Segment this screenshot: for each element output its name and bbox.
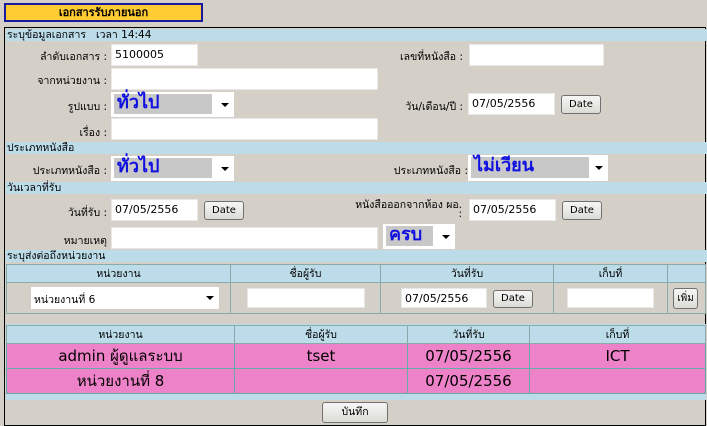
status-value: ครบ xyxy=(386,226,433,246)
unit-select[interactable]: หน่วยงานที่ 6 xyxy=(31,287,219,309)
section-doc-type: ประเภทหนังสือ xyxy=(6,142,707,154)
subject-label: เรื่อง : xyxy=(79,127,107,139)
letter-no-input[interactable] xyxy=(469,44,604,66)
col-header-empty xyxy=(667,264,706,283)
format-select[interactable]: ทั่วไป xyxy=(111,92,234,117)
table-row: หน่วยงานที่ 8 07/05/2556 xyxy=(6,368,706,394)
from-label: จากหน่วยงาน : xyxy=(37,75,107,87)
type2-label: ประเภทหนังสือ : xyxy=(393,165,468,177)
chevron-down-icon xyxy=(206,296,214,300)
doc-no-label: ลำดับเอกสาร : xyxy=(40,51,107,63)
format-label: รูปแบบ : xyxy=(67,101,107,113)
cell-store: ICT xyxy=(529,343,706,369)
type2-select[interactable]: ไม่เวียน xyxy=(468,155,608,181)
date-input[interactable]: 07/05/2556 xyxy=(468,93,555,115)
store-input[interactable] xyxy=(567,288,654,308)
forward-date-input[interactable]: 07/05/2556 xyxy=(401,288,487,308)
chevron-down-icon xyxy=(595,166,603,170)
format-value: ทั่วไป xyxy=(114,94,212,114)
receiver-input[interactable] xyxy=(247,288,365,308)
chevron-down-icon xyxy=(221,166,229,171)
cell-receiver xyxy=(234,368,408,394)
col-header: ชื่อผู้รับ xyxy=(234,325,408,344)
col-header: เก็บที่ xyxy=(529,325,706,344)
forward-date-button[interactable]: Date xyxy=(493,290,533,308)
col-header: หน่วยงาน xyxy=(6,264,231,283)
out-label: หนังสือออกจากห้อง ผอ. xyxy=(355,199,462,211)
cell-unit: หน่วยงานที่ 8 xyxy=(6,368,235,394)
recv-date-label: วันที่รับ : xyxy=(67,207,107,219)
date-button[interactable]: Date xyxy=(561,95,601,114)
recv-date-button[interactable]: Date xyxy=(204,201,244,220)
forward-table: หน่วยงาน ชื่อผู้รับ วันที่รับ เก็บที่ หน่วย… xyxy=(6,264,706,314)
cell-store xyxy=(529,368,706,394)
col-header: หน่วยงาน xyxy=(6,325,235,344)
result-table: หน่วยงาน ชื่อผู้รับ วันที่รับ เก็บที่ admin… xyxy=(6,325,706,394)
note-label: หมายเหตุ xyxy=(63,235,107,247)
section-title: ระบุข้อมูลเอกสาร xyxy=(7,29,86,41)
section-forward: ระบุส่งต่อถึงหน่วยงาน xyxy=(6,250,707,262)
time-label: เวลา 14:44 xyxy=(96,29,152,41)
out-date-input[interactable]: 07/05/2556 xyxy=(469,199,556,221)
status-select[interactable]: ครบ xyxy=(383,224,455,249)
unit-value: หน่วยงานที่ 6 xyxy=(34,294,96,306)
note-input[interactable] xyxy=(111,227,378,249)
cell-receiver: tset xyxy=(234,343,408,369)
doc-no-input[interactable]: 5100005 xyxy=(111,44,198,66)
type1-label: ประเภทหนังสือ : xyxy=(32,165,107,177)
from-input[interactable] xyxy=(111,68,378,90)
cell-date: 07/05/2556 xyxy=(407,368,530,394)
recv-date-input[interactable]: 07/05/2556 xyxy=(111,199,198,221)
table-row: admin ผู้ดูแลระบบ tset 07/05/2556 ICT xyxy=(6,343,706,369)
section-receive-time: วันเวลาที่รับ xyxy=(6,182,707,194)
subject-input[interactable] xyxy=(111,118,378,140)
out-colon: : xyxy=(458,208,462,220)
type1-value: ทั่วไป xyxy=(114,158,212,178)
page-title: เอกสารรับภายนอก xyxy=(4,3,203,22)
add-button[interactable]: เพิ่ม xyxy=(673,288,698,309)
col-header: เก็บที่ xyxy=(553,264,668,283)
cell-unit: admin ผู้ดูแลระบบ xyxy=(6,343,235,369)
chevron-down-icon xyxy=(221,102,229,107)
save-button[interactable]: บันทึก xyxy=(322,402,388,423)
type1-select[interactable]: ทั่วไป xyxy=(111,156,234,181)
type2-value: ไม่เวียน xyxy=(471,157,589,178)
section-doc-info: ระบุข้อมูลเอกสาร เวลา 14:44 xyxy=(6,29,707,41)
out-date-button[interactable]: Date xyxy=(562,201,602,220)
letter-no-label: เลขที่หนังสือ : xyxy=(400,51,463,63)
date-label: วัน/เดือน/ปี : xyxy=(405,101,463,113)
col-header: วันที่รับ xyxy=(380,264,554,283)
cell-date: 07/05/2556 xyxy=(407,343,530,369)
col-header: ชื่อผู้รับ xyxy=(230,264,381,283)
form-panel: ระบุข้อมูลเอกสาร เวลา 14:44 ลำดับเอกสาร … xyxy=(4,27,707,426)
chevron-down-icon xyxy=(442,234,450,239)
col-header: วันที่รับ xyxy=(407,325,530,344)
